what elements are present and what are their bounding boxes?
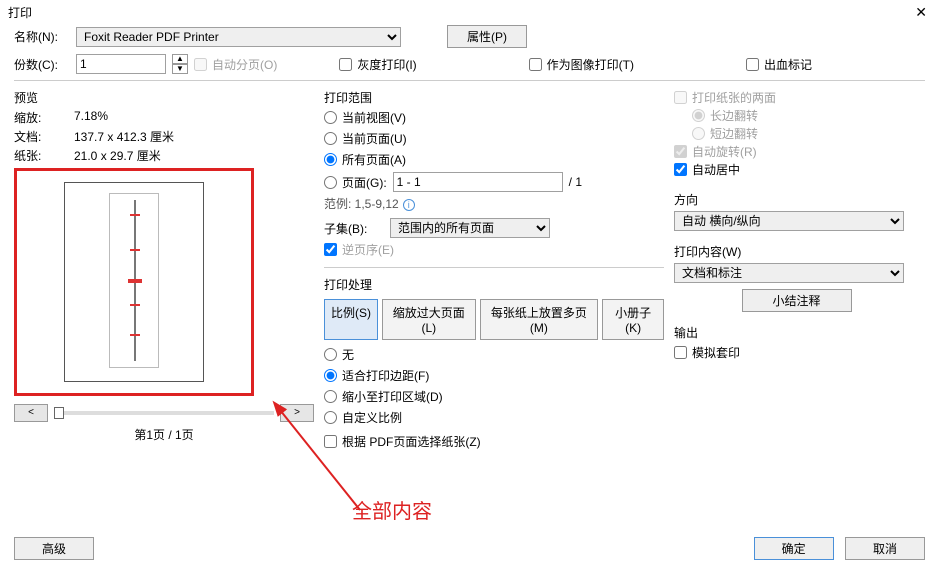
fit-radio[interactable]: 适合打印边距(F) — [324, 367, 429, 384]
none-radio[interactable]: 无 — [324, 346, 354, 363]
oversize-tab[interactable]: 缩放过大页面(L) — [382, 299, 476, 340]
handling-title: 打印处理 — [324, 276, 664, 293]
short-edge-radio: 短边翻转 — [692, 125, 758, 142]
all-pages-radio[interactable]: 所有页面(A) — [324, 151, 406, 168]
custom-radio[interactable]: 自定义比例 — [324, 409, 402, 426]
page-counter: 第1页 / 1页 — [14, 426, 314, 443]
content-title: 打印内容(W) — [674, 243, 919, 260]
prev-page-button[interactable]: < — [14, 404, 48, 422]
ok-button[interactable]: 确定 — [754, 537, 834, 560]
scale-tab[interactable]: 比例(S) — [324, 299, 378, 340]
preview-title: 预览 — [14, 89, 314, 106]
output-title: 输出 — [674, 324, 919, 341]
zoom-value: 7.18% — [74, 109, 314, 126]
annotation-text: 全部内容 — [352, 495, 432, 524]
page-slider[interactable] — [54, 411, 274, 415]
grayscale-checkbox[interactable]: 灰度打印(I) — [339, 56, 416, 73]
copies-input[interactable] — [76, 54, 166, 74]
current-view-radio[interactable]: 当前视图(V) — [324, 109, 406, 126]
paper-value: 21.0 x 29.7 厘米 — [74, 147, 314, 164]
doc-value: 137.7 x 412.3 厘米 — [74, 128, 314, 145]
paper-label: 纸张: — [14, 147, 74, 164]
content-select[interactable]: 文档和标注 — [674, 263, 904, 283]
range-title: 打印范围 — [324, 89, 664, 106]
printer-select[interactable]: Foxit Reader PDF Printer — [76, 27, 401, 47]
reverse-checkbox[interactable]: 逆页序(E) — [324, 241, 394, 258]
advanced-button[interactable]: 高级 — [14, 537, 94, 560]
copies-label: 份数(C): — [14, 56, 70, 73]
properties-button[interactable]: 属性(P) — [447, 25, 527, 48]
copies-down-icon[interactable]: ▼ — [172, 64, 188, 74]
current-page-radio[interactable]: 当前页面(U) — [324, 130, 407, 147]
subset-select[interactable]: 范围内的所有页面 — [390, 218, 550, 238]
close-icon[interactable]: ✕ — [911, 4, 931, 21]
pages-hint: 范例: 1,5-9,12i — [324, 195, 664, 212]
both-sides-checkbox: 打印纸张的两面 — [674, 89, 776, 106]
choose-paper-checkbox[interactable]: 根据 PDF页面选择纸张(Z) — [324, 433, 481, 450]
simulate-overprint-checkbox[interactable]: 模拟套印 — [674, 344, 740, 361]
auto-rotate-checkbox: 自动旋转(R) — [674, 143, 757, 160]
shrink-radio[interactable]: 缩小至打印区域(D) — [324, 388, 443, 405]
window-title: 打印 — [8, 4, 32, 21]
doc-label: 文档: — [14, 128, 74, 145]
pages-radio[interactable]: 页面(G): — [324, 174, 387, 191]
info-icon[interactable]: i — [403, 199, 415, 211]
orientation-title: 方向 — [674, 191, 919, 208]
bleed-checkbox[interactable]: 出血标记 — [746, 56, 812, 73]
zoom-label: 缩放: — [14, 109, 74, 126]
printer-name-label: 名称(N): — [14, 28, 70, 45]
orientation-select[interactable]: 自动 横向/纵向 — [674, 211, 904, 231]
collate-checkbox: 自动分页(O) — [194, 56, 277, 73]
copies-up-icon[interactable]: ▲ — [172, 54, 188, 64]
preview-thumbnail — [14, 168, 254, 396]
subset-label: 子集(B): — [324, 220, 384, 237]
pages-input[interactable] — [393, 172, 563, 192]
auto-center-checkbox[interactable]: 自动居中 — [674, 161, 740, 178]
booklet-tab[interactable]: 小册子(K) — [602, 299, 664, 340]
total-pages: / 1 — [569, 175, 582, 189]
summarize-button[interactable]: 小结注释 — [742, 289, 852, 312]
long-edge-radio: 长边翻转 — [692, 107, 758, 124]
next-page-button[interactable]: > — [280, 404, 314, 422]
as-image-checkbox[interactable]: 作为图像打印(T) — [529, 56, 634, 73]
multipage-tab[interactable]: 每张纸上放置多页(M) — [480, 299, 599, 340]
cancel-button[interactable]: 取消 — [845, 537, 925, 560]
